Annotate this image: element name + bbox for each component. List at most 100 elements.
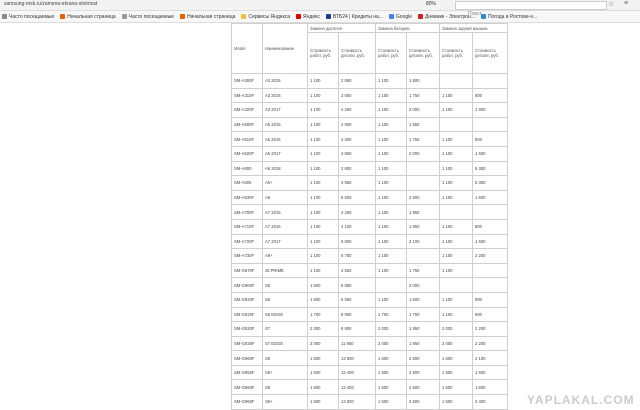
cell-display-part: 5 750 <box>338 248 376 264</box>
cell-model: SM-G930F <box>231 321 263 337</box>
cell-battery-work: 1 100 <box>375 218 407 235</box>
cell-display-part: 3 600 <box>338 87 376 104</box>
cell-display-work: 1 100 <box>307 175 339 191</box>
cell-display-work: 2 000 <box>307 335 339 352</box>
header-part-cost: Стоимость детали, руб. <box>406 32 440 74</box>
cell-battery-part: 1 950 <box>406 321 440 337</box>
cell-battery-work: 1 100 <box>375 87 407 104</box>
cell-battery-work: 1 600 <box>375 394 407 410</box>
cell-battery-work: 1 700 <box>375 306 407 323</box>
cell-battery-part: 1 650 <box>406 116 440 133</box>
cell-back-part: 1 900 <box>472 102 508 118</box>
cell-back-work: 2 000 <box>439 335 473 352</box>
cell-display-work: 1 100 <box>307 145 339 162</box>
zoom-level[interactable]: 80% <box>426 1 436 7</box>
cell-display-work: 1 600 <box>307 394 339 410</box>
bookmark-label: Начальная страница <box>186 13 236 20</box>
cell-back-part: 2 200 <box>472 321 508 337</box>
bookmark-item[interactable]: Сервисы Яндекса <box>241 14 290 20</box>
cell-battery-part: 2 000 <box>406 145 440 162</box>
bookmark-label: Яндекс <box>303 13 320 20</box>
bookmark-item[interactable]: Яндекс <box>296 14 320 20</box>
cell-battery-work: 2 000 <box>375 321 407 337</box>
cell-battery-work <box>375 277 407 293</box>
cell-model: SM-G960F <box>231 379 263 396</box>
bookmark-label: Часто посещаемые <box>128 13 174 20</box>
bookmark-item[interactable]: Начальная страница <box>179 13 236 20</box>
cell-display-part: 5 850 <box>338 277 376 293</box>
bookmark-item[interactable]: Часто посещаемые <box>121 13 174 20</box>
cell-name: S7 <box>262 321 308 337</box>
cell-back-work: 1 100 <box>439 145 473 162</box>
cell-display-part: 13 400 <box>338 364 376 381</box>
cell-battery-work: 1 100 <box>375 204 407 220</box>
bookmark-star-icon[interactable]: ☆ <box>608 0 614 8</box>
table-row: SM-G925F S6 EDGE 1 700 8 900 1 700 1 700 1 100… <box>231 306 508 323</box>
cell-display-work: 1 100 <box>307 248 339 264</box>
cell-model: SM-A730F <box>231 248 263 264</box>
cell-display-work: 1 100 <box>307 204 339 220</box>
cell-display-work: 1 100 <box>307 160 339 177</box>
cell-battery-part: 2 600 <box>406 379 440 396</box>
cell-battery-work: 1 100 <box>375 131 407 147</box>
cell-battery-work: 1 100 <box>375 160 407 177</box>
cell-name: A6+ <box>262 175 308 191</box>
watermark: YAPLAKAL.COM <box>527 393 635 407</box>
table-row: SM-G900F S5 1 600 5 850 2 000 <box>231 277 508 293</box>
bookmark-item[interactable]: Google <box>388 14 412 20</box>
cell-back-work <box>439 116 473 133</box>
cell-display-part: 4 550 <box>338 262 376 279</box>
table-row: SM-A300F A3 2015 1 100 2 850 1 100 1 600 <box>231 73 508 89</box>
cell-model: SM-A720F <box>231 233 263 250</box>
table-row: SM-A510F A5 2016 1 100 4 300 1 100 1 750 1 100… <box>231 131 508 147</box>
cell-back-work: 1 100 <box>439 175 473 191</box>
cell-battery-part: 1 950 <box>406 335 440 352</box>
header-model: Model <box>231 23 263 74</box>
firefox-icon <box>179 14 185 19</box>
search-input[interactable]: Поиск <box>455 1 607 17</box>
url-field[interactable]: samsung-msk.ru/zamena-ekrana-stoimost <box>4 1 97 7</box>
cell-battery-work: 1 100 <box>375 248 407 264</box>
table-row: SM-G935F S7 EDGE 2 000 11 950 2 000 1 950 2 00… <box>231 335 508 352</box>
cell-display-work: 2 000 <box>307 321 339 337</box>
bookmark-item[interactable]: Дневник - Электрон... <box>418 14 475 20</box>
cell-battery-work: 1 100 <box>375 116 407 133</box>
cell-back-work: 1 600 <box>439 379 473 396</box>
cell-battery-work: 1 600 <box>375 350 407 366</box>
cell-battery-part: 2 500 <box>406 189 440 206</box>
cell-back-part: 2 400 <box>472 394 508 410</box>
table-row: SM-A320F A3 2017 1 100 4 250 1 100 2 000 1 100… <box>231 102 508 118</box>
bookmarks-bar: Часто посещаемые Начальная страница Часто … <box>0 11 640 23</box>
cell-back-part: 900 <box>472 291 508 308</box>
cell-battery-part <box>406 160 440 177</box>
cell-battery-part: 2 600 <box>406 394 440 410</box>
cell-model: SM-A500F <box>231 116 263 133</box>
cell-battery-part: 2 600 <box>406 350 440 366</box>
cell-name: A5 2016 <box>262 131 308 147</box>
cell-battery-work: 1 100 <box>375 145 407 162</box>
cell-back-part <box>472 73 508 89</box>
bookmark-item[interactable]: Начальная страница <box>60 14 116 20</box>
cell-display-part: 4 300 <box>338 131 376 147</box>
cell-display-part: 6 550 <box>338 291 376 308</box>
diary-icon <box>418 14 424 19</box>
cell-display-part: 5 900 <box>338 233 376 250</box>
cell-battery-work: 2 000 <box>375 335 407 352</box>
bookmark-item[interactable]: Погода в Ростове-н... <box>480 14 537 20</box>
table-row: SM-A605 A6+ 1 100 3 950 1 100 1 100 5 350 <box>231 175 508 191</box>
menu-icon[interactable]: ≡ <box>624 0 628 7</box>
cell-back-part: 800 <box>472 218 508 235</box>
cell-display-part: 2 900 <box>338 116 376 133</box>
page-content: Model Наименование Замена дисплея Замена… <box>0 23 640 410</box>
cell-name: S9+ <box>262 394 308 410</box>
cell-battery-part: 1 750 <box>406 87 440 104</box>
bookmark-item[interactable]: ВТБ24 | Кредиты на... <box>325 14 383 20</box>
address-bar: samsung-msk.ru/zamena-ekrana-stoimost 80… <box>0 0 640 17</box>
bookmark-item[interactable]: Часто посещаемые <box>2 14 54 20</box>
cell-display-work: 1 100 <box>307 73 339 89</box>
cell-back-work: 1 100 <box>439 291 473 308</box>
table-row: SM-A720F A7 2017 1 100 5 900 1 100 2 100 1 100… <box>231 233 508 250</box>
table-row: SM-A600 A6 2018 1 100 2 800 1 100 1 100 5 350 <box>231 160 508 177</box>
cell-display-part: 3 950 <box>338 175 376 191</box>
cell-back-work <box>439 73 473 89</box>
